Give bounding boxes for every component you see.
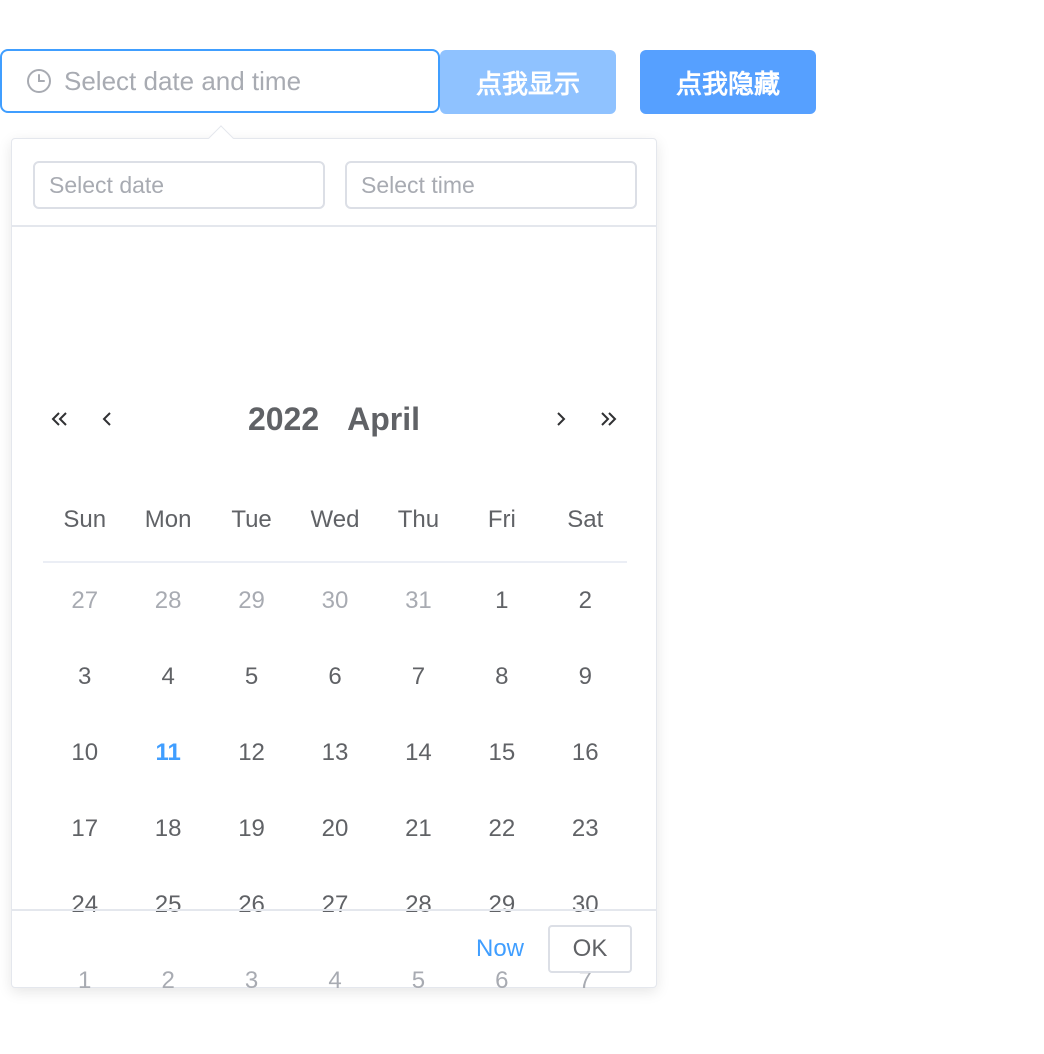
- date-input[interactable]: Select date: [33, 161, 325, 209]
- month-label[interactable]: April: [347, 401, 420, 438]
- calendar-day[interactable]: 23: [544, 791, 627, 867]
- calendar-day-today[interactable]: 11: [126, 715, 209, 791]
- calendar-day[interactable]: 3: [43, 639, 126, 715]
- year-label[interactable]: 2022: [248, 401, 319, 438]
- calendar-day[interactable]: 1: [460, 563, 543, 639]
- page: Select date and time 点我显示 点我隐藏 Select da…: [0, 0, 1044, 1054]
- weekday-header: Sun Mon Tue Wed Thu Fri Sat: [43, 499, 627, 563]
- now-button[interactable]: Now: [476, 935, 524, 963]
- calendar-day[interactable]: 19: [210, 791, 293, 867]
- calendar-day[interactable]: 16: [544, 715, 627, 791]
- calendar-day[interactable]: 22: [460, 791, 543, 867]
- calendar-day[interactable]: 2: [544, 563, 627, 639]
- panel-footer: Now OK: [12, 909, 656, 987]
- weekday-label: Sun: [63, 506, 107, 533]
- next-year-button[interactable]: [590, 397, 626, 441]
- calendar-day[interactable]: 29: [210, 563, 293, 639]
- datetime-input[interactable]: Select date and time: [0, 49, 440, 113]
- calendar-day[interactable]: 6: [293, 639, 376, 715]
- datetime-input-placeholder: Select date and time: [64, 65, 302, 96]
- calendar-day[interactable]: 7: [377, 639, 460, 715]
- weekday-label: Sat: [567, 506, 604, 533]
- datetime-picker-panel: Select date Select time 2022 April Sun M…: [11, 125, 657, 994]
- clock-icon: [26, 68, 52, 94]
- double-chevron-right-icon: [601, 412, 617, 426]
- calendar-day[interactable]: 27: [43, 563, 126, 639]
- show-button[interactable]: 点我显示: [440, 50, 616, 114]
- calendar-day[interactable]: 5: [210, 639, 293, 715]
- calendar-day[interactable]: 14: [377, 715, 460, 791]
- ok-button[interactable]: OK: [548, 925, 632, 973]
- time-input[interactable]: Select time: [345, 161, 637, 209]
- calendar-day[interactable]: 10: [43, 715, 126, 791]
- calendar-day[interactable]: 13: [293, 715, 376, 791]
- calendar-day[interactable]: 9: [544, 639, 627, 715]
- calendar-day[interactable]: 8: [460, 639, 543, 715]
- weekday-label: Fri: [487, 506, 516, 533]
- calendar-day[interactable]: 17: [43, 791, 126, 867]
- weekday-label: Wed: [310, 506, 360, 533]
- calendar-day[interactable]: 30: [293, 563, 376, 639]
- calendar-day[interactable]: 18: [126, 791, 209, 867]
- weekday-label: Tue: [231, 506, 272, 533]
- calendar-day[interactable]: 28: [126, 563, 209, 639]
- panel-header: Select date Select time: [12, 139, 656, 227]
- month-navigation: 2022 April: [12, 397, 656, 441]
- calendar-day[interactable]: 31: [377, 563, 460, 639]
- next-month-button[interactable]: [543, 397, 579, 441]
- calendar-day[interactable]: 12: [210, 715, 293, 791]
- weekday-label: Mon: [144, 506, 192, 533]
- hide-button[interactable]: 点我隐藏: [640, 50, 816, 114]
- weekday-label: Thu: [397, 506, 440, 533]
- calendar-day[interactable]: 15: [460, 715, 543, 791]
- calendar-day[interactable]: 4: [126, 639, 209, 715]
- calendar-day[interactable]: 21: [377, 791, 460, 867]
- calendar-day[interactable]: 20: [293, 791, 376, 867]
- chevron-right-icon: [557, 412, 566, 426]
